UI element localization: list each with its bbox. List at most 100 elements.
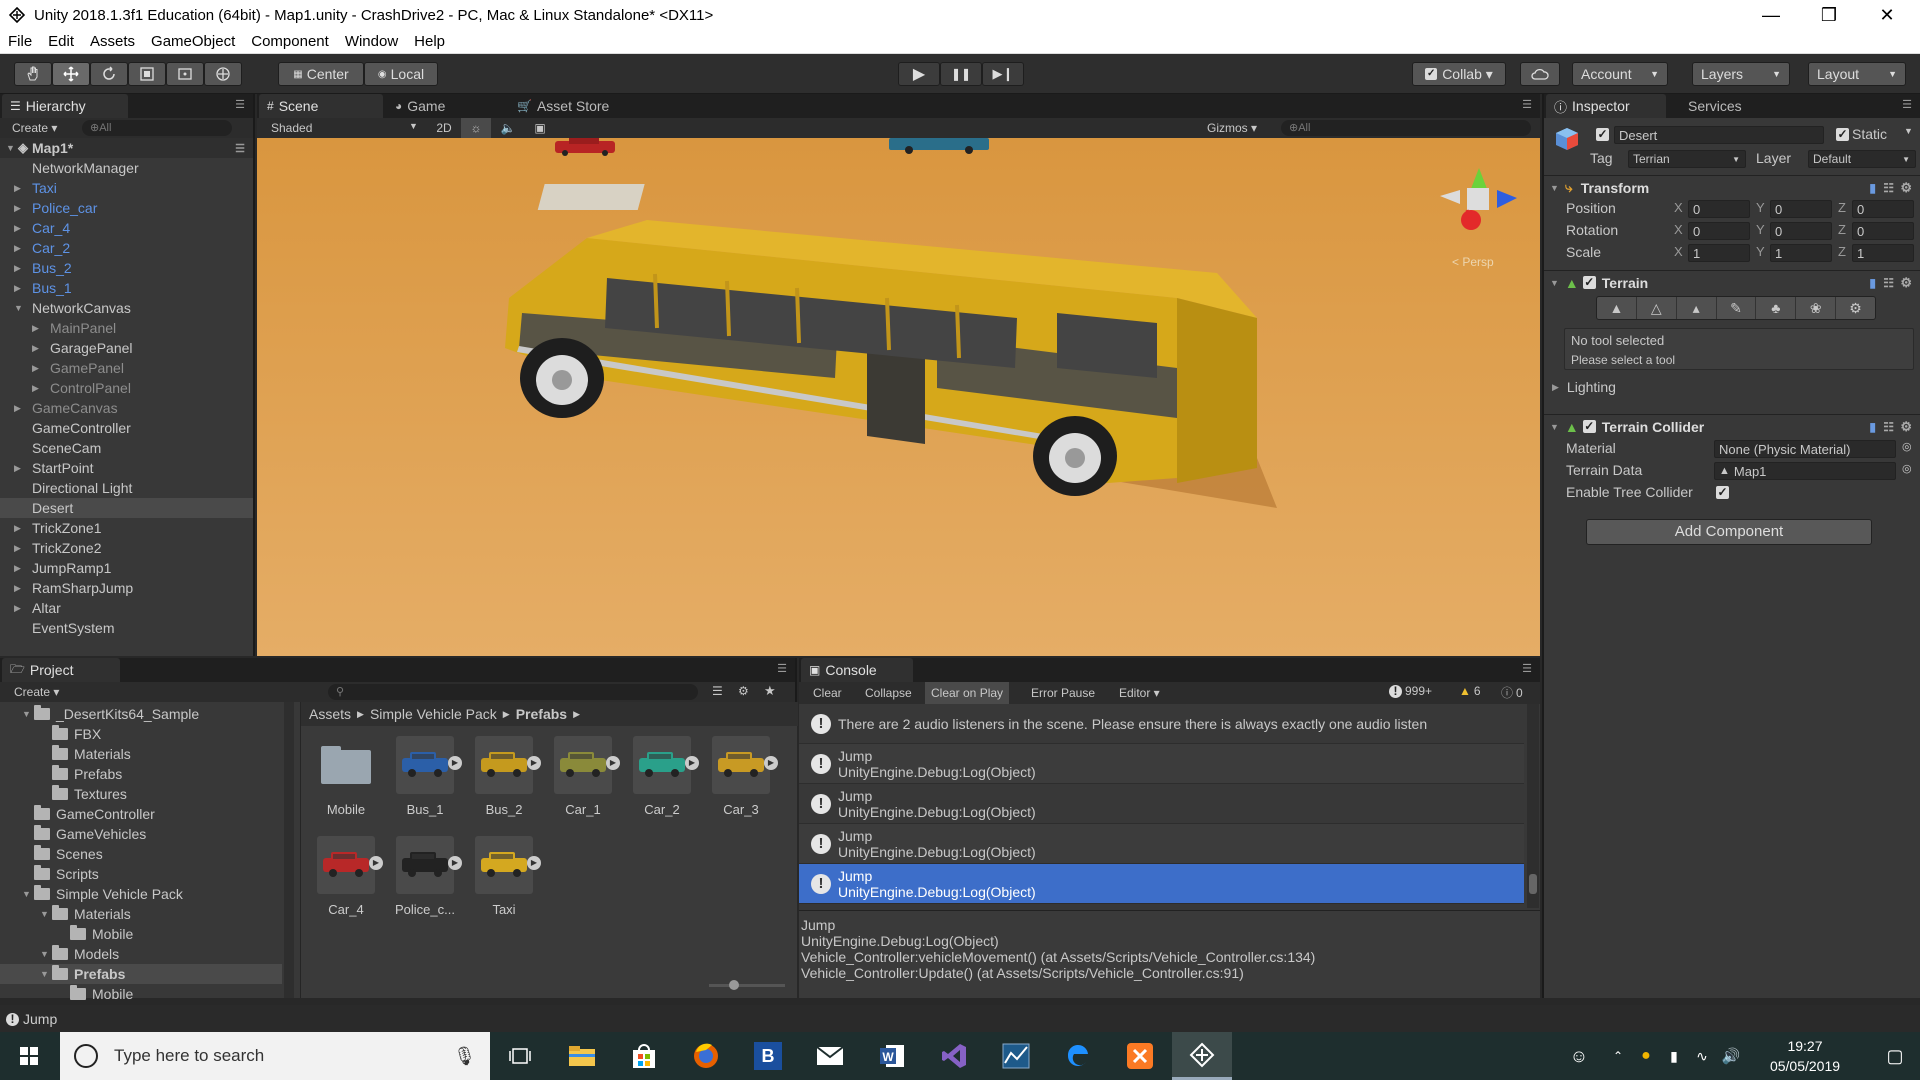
minimize-button[interactable]: — (1742, 0, 1800, 30)
edge-icon[interactable] (1048, 1032, 1108, 1080)
console-log-entry[interactable]: ! Jump UnityEngine.Debug:Log(Object) (799, 784, 1524, 824)
layers-dropdown[interactable]: Layers ▼ (1692, 62, 1790, 86)
transform-y-field[interactable]: 1 (1770, 244, 1832, 262)
expand-arrow-icon[interactable]: ▶ (1552, 382, 1559, 393)
scene-menu-icon[interactable]: ☰ (235, 142, 245, 155)
collapse-arrow-icon[interactable]: ▶ (14, 243, 26, 254)
tab-inspector[interactable]: ⓘ Inspector (1546, 94, 1666, 118)
collapse-arrow-icon[interactable]: ▶ (14, 463, 26, 474)
tab-console[interactable]: ▣ Console (801, 658, 913, 682)
hand-tool-icon[interactable] (14, 62, 52, 86)
expand-arrow-icon[interactable]: ▼ (14, 303, 26, 313)
visual-studio-icon[interactable] (924, 1032, 984, 1080)
notifications-icon[interactable]: ▢ (1870, 1032, 1920, 1080)
tab-scene[interactable]: # Scene (259, 94, 383, 118)
hierarchy-search-input[interactable]: ⊕All (82, 120, 232, 136)
asset-item[interactable]: Mobile (311, 736, 381, 826)
close-button[interactable]: ✕ (1858, 0, 1916, 30)
warning-count-toggle[interactable]: ▲ 6 (1459, 684, 1481, 698)
raise-terrain-icon[interactable]: ▲ (1597, 297, 1637, 319)
collapse-arrow-icon[interactable]: ▶ (32, 323, 44, 334)
smooth-height-icon[interactable]: ▴ (1677, 297, 1717, 319)
help-icon[interactable]: ▮ (1869, 420, 1876, 434)
asset-item[interactable]: ▶ Bus_1 (390, 736, 462, 826)
help-icon[interactable]: ▮ (1869, 181, 1876, 195)
console-log-entry[interactable]: ! Jump UnityEngine.Debug:Log(Object) (799, 864, 1524, 904)
expand-arrow-icon[interactable]: ▼ (40, 909, 52, 919)
hierarchy-item[interactable]: SceneCam (0, 438, 253, 458)
hierarchy-item[interactable]: ▶ TrickZone2 (0, 538, 253, 558)
filter-label-icon[interactable]: ⚙ (738, 684, 749, 698)
collapse-arrow-icon[interactable]: ▶ (14, 403, 26, 414)
object-picker-icon[interactable]: ◎ (1902, 462, 1912, 475)
scene-search-input[interactable]: ⊕All (1281, 120, 1531, 136)
terrain-data-field[interactable]: ▲ Map1 (1714, 462, 1896, 480)
hierarchy-item[interactable]: ▶ JumpRamp1 (0, 558, 253, 578)
word-icon[interactable]: W (862, 1032, 922, 1080)
hierarchy-item[interactable]: ▶ GamePanel (0, 358, 253, 378)
project-folder-item[interactable]: ▼ Simple Vehicle Pack (0, 884, 282, 904)
expand-arrow-icon[interactable]: ▼ (1550, 422, 1559, 432)
status-text[interactable]: Jump (23, 1011, 57, 1027)
show-hidden-icons-icon[interactable]: ⌃ (1604, 1032, 1632, 1080)
transform-y-field[interactable]: 0 (1770, 222, 1832, 240)
file-explorer-icon[interactable] (552, 1032, 612, 1080)
wifi-icon[interactable]: ∿ (1688, 1032, 1716, 1080)
panel-menu-icon[interactable]: ☰ (777, 662, 787, 675)
collapse-arrow-icon[interactable]: ▶ (32, 363, 44, 374)
collapse-arrow-icon[interactable]: ▶ (14, 183, 26, 194)
project-folder-item[interactable]: FBX (0, 724, 282, 744)
collapse-arrow-icon[interactable]: ▶ (14, 203, 26, 214)
asset-item[interactable]: ▶ Bus_2 (469, 736, 541, 826)
collab-button[interactable]: ✓ Collab ▾ (1412, 62, 1506, 86)
console-log-entry[interactable]: ! Jump UnityEngine.Debug:Log(Object) (799, 744, 1524, 784)
asset-item[interactable]: ▶ Taxi (469, 836, 541, 926)
collapse-arrow-icon[interactable]: ▶ (14, 603, 26, 614)
hierarchy-item[interactable]: ▶ Taxi (0, 178, 253, 198)
terrain-header[interactable]: ▼ ▲ ✓ Terrain ▮ ☷ ⚙ (1544, 270, 1920, 294)
menu-help[interactable]: Help (406, 33, 453, 50)
toggle-2d-button[interactable]: 2D (427, 118, 461, 138)
help-icon[interactable]: ▮ (1869, 276, 1876, 290)
step-button[interactable]: ▶❙ (982, 62, 1024, 86)
collapse-arrow-icon[interactable]: ▶ (14, 543, 26, 554)
collapse-arrow-icon[interactable]: ▶ (14, 263, 26, 274)
slider-handle[interactable] (729, 980, 739, 990)
clear-button[interactable]: Clear (813, 686, 842, 700)
expand-arrow-icon[interactable]: ▼ (1550, 278, 1559, 288)
menu-component[interactable]: Component (243, 33, 337, 50)
editor-dropdown[interactable]: Editor ▾ (1119, 686, 1160, 700)
hierarchy-item[interactable]: ▶ Police_car (0, 198, 253, 218)
firefox-icon[interactable] (676, 1032, 736, 1080)
project-folder-item[interactable]: ▼ Prefabs (0, 964, 282, 984)
terrain-enabled-checkbox[interactable]: ✓ (1582, 276, 1596, 289)
material-field[interactable]: None (Physic Material) (1714, 440, 1896, 458)
project-folder-item[interactable]: Scripts (0, 864, 282, 884)
panel-menu-icon[interactable]: ☰ (1522, 662, 1532, 675)
layout-dropdown[interactable]: Layout ▼ (1808, 62, 1906, 86)
console-scroll-thumb[interactable] (1529, 874, 1537, 894)
project-folder-item[interactable]: Prefabs (0, 764, 282, 784)
breadcrumb-vehicle-pack[interactable]: Simple Vehicle Pack (370, 706, 497, 722)
expand-arrow-icon[interactable]: ▼ (22, 709, 34, 719)
tab-hierarchy[interactable]: ☰ Hierarchy (2, 94, 128, 118)
asset-item[interactable]: ▶ Car_4 (311, 836, 383, 926)
store-icon[interactable] (614, 1032, 674, 1080)
preset-icon[interactable]: ☷ (1883, 420, 1894, 434)
hierarchy-item[interactable]: ▶ StartPoint (0, 458, 253, 478)
hierarchy-item[interactable]: ▶ ControlPanel (0, 378, 253, 398)
project-folder-item[interactable]: ▼ _DesertKits64_Sample (0, 704, 282, 724)
breadcrumb-prefabs[interactable]: Prefabs (516, 706, 567, 722)
hierarchy-item[interactable]: EventSystem (0, 618, 253, 638)
volume-icon[interactable]: 🔊 (1716, 1032, 1746, 1080)
b-app-icon[interactable]: B (738, 1032, 798, 1080)
taskbar-clock[interactable]: 19:27 05/05/2019 (1752, 1036, 1858, 1076)
project-folder-item[interactable]: GameController (0, 804, 282, 824)
transform-y-field[interactable]: 0 (1770, 200, 1832, 218)
unity-taskbar-icon[interactable] (1172, 1032, 1232, 1080)
project-folder-item[interactable]: Mobile (0, 984, 282, 1004)
hierarchy-item[interactable]: ▶ Car_2 (0, 238, 253, 258)
expand-arrow-icon[interactable]: ▼ (22, 889, 34, 899)
hierarchy-item[interactable]: Desert (0, 498, 253, 518)
menu-assets[interactable]: Assets (82, 33, 143, 50)
